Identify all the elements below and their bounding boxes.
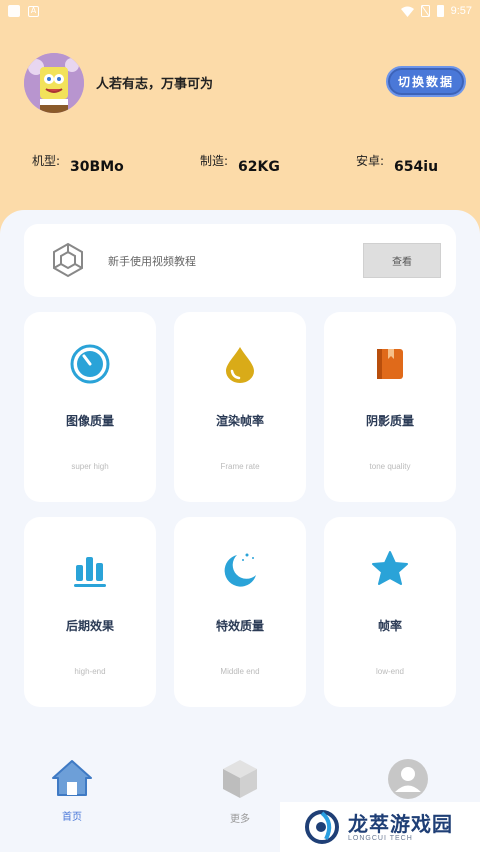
watermark-en: LONGCUI TECH (348, 834, 413, 842)
switch-data-button[interactable]: 切换数据 (386, 66, 466, 97)
moon-icon (224, 553, 256, 587)
card-image-quality[interactable]: 图像质量 super high (24, 312, 156, 502)
card-shadow-quality[interactable]: 阴影质量 tone quality (324, 312, 456, 502)
star-icon (372, 551, 408, 585)
card-subtitle: tone quality (369, 462, 411, 471)
card-title: 后期效果 (65, 619, 114, 633)
app-badge-icon: A (28, 5, 39, 17)
card-fps[interactable]: 帧率 low-end (324, 517, 456, 707)
tutorial-text: 新手使用视频教程 (108, 255, 196, 268)
spec-model-value: 30BMo (70, 159, 124, 175)
card-subtitle: Middle end (220, 667, 260, 676)
watermark-logo (305, 810, 339, 844)
card-subtitle: Frame rate (220, 462, 260, 471)
no-sim-icon (420, 5, 430, 17)
card-title: 阴影质量 (365, 414, 414, 428)
nav-home[interactable]: 首页 (42, 758, 102, 823)
spec-make: 制造: 62KG (200, 152, 280, 175)
motto-text: 人若有志，万事可为 (96, 77, 214, 92)
card-effects-quality[interactable]: 特效质量 Middle end (174, 517, 306, 707)
battery-icon (436, 5, 444, 17)
spec-android-value: 654iu (394, 159, 439, 175)
hexagon-logo-icon (53, 242, 83, 278)
card-title: 渲染帧率 (215, 414, 264, 428)
spec-android: 安卓: 654iu (356, 152, 438, 175)
card-title: 特效质量 (215, 619, 264, 633)
card-subtitle: low-end (375, 667, 404, 676)
nav-more-label: 更多 (230, 814, 250, 825)
status-bar: A 9:57 (0, 0, 480, 22)
watermark: 龙萃游戏园 LONGCUI TECH (280, 802, 480, 852)
spec-android-key: 安卓: (356, 154, 385, 168)
bars-icon (74, 557, 106, 587)
notification-icon (8, 5, 20, 17)
user-avatar-icon (388, 759, 428, 799)
watermark-cn: 龙萃游戏园 (348, 811, 453, 836)
avatar[interactable] (24, 53, 84, 113)
book-icon (377, 349, 403, 379)
wifi-icon (400, 6, 414, 17)
card-subtitle: super high (71, 462, 109, 471)
home-icon (52, 760, 92, 796)
cube-icon (223, 760, 257, 798)
spec-model-key: 机型: (32, 154, 61, 168)
card-post-effects[interactable]: 后期效果 high-end (24, 517, 156, 707)
view-tutorial-button[interactable]: 查看 (363, 243, 441, 278)
spec-make-key: 制造: (200, 154, 229, 168)
drop-icon (226, 347, 254, 383)
card-title: 帧率 (377, 619, 402, 633)
spec-model: 机型: 30BMo (32, 152, 124, 175)
nav-profile[interactable] (388, 759, 428, 803)
card-title: 图像质量 (65, 414, 114, 428)
tutorial-banner[interactable]: 新手使用视频教程 查看 (24, 224, 456, 297)
nav-more[interactable]: 更多 (210, 758, 270, 825)
nav-home-label: 首页 (62, 812, 82, 823)
card-render-fps[interactable]: 渲染帧率 Frame rate (174, 312, 306, 502)
clock: 9:57 (450, 5, 472, 17)
card-subtitle: high-end (74, 667, 106, 676)
spec-make-value: 62KG (238, 159, 280, 175)
timer-icon (70, 344, 110, 384)
